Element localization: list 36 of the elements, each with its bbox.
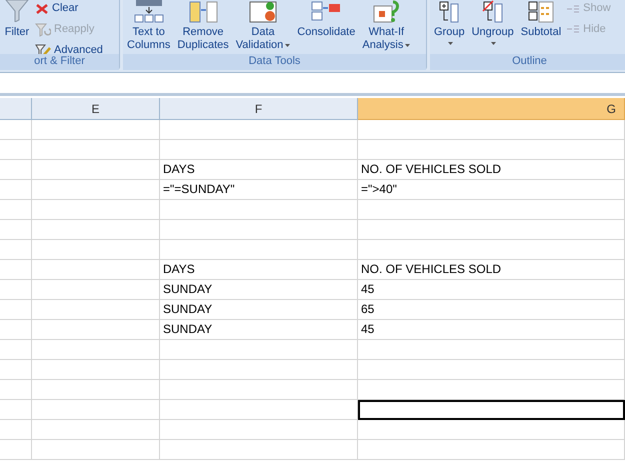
ribbon-button[interactable]: Ungroup — [470, 0, 516, 47]
table-cell[interactable]: ="=SUNDAY" — [160, 180, 358, 200]
column-header[interactable] — [0, 98, 32, 120]
ribbon-button[interactable]: Advanced — [35, 40, 103, 54]
table-cell[interactable]: DAYS — [160, 160, 358, 180]
caret-icon — [491, 39, 496, 47]
table-cell[interactable]: NO. OF VEHICLES SOLD — [358, 260, 625, 280]
group-label: Data Tools — [123, 54, 426, 70]
table-cell[interactable]: SUNDAY — [160, 320, 358, 340]
table-cell[interactable]: SUNDAY — [160, 300, 358, 320]
ribbon-button[interactable]: Remove Duplicates — [175, 0, 231, 52]
ribbon-button[interactable]: Group — [432, 0, 467, 47]
clear-icon — [35, 2, 49, 14]
table-cell[interactable]: =">40" — [358, 180, 625, 200]
table-cell[interactable]: NO. OF VEHICLES SOLD — [358, 160, 625, 180]
ribbon-button[interactable]: Consolidate — [295, 0, 358, 39]
ribbon-button[interactable]: Subtotal — [518, 0, 564, 39]
ribbon-button[interactable]: Filter — [2, 0, 32, 39]
caret-icon — [448, 39, 453, 47]
table-cell[interactable] — [358, 400, 625, 420]
group-label: ort & Filter — [0, 54, 119, 70]
table-cell[interactable]: 65 — [358, 300, 625, 320]
ribbon-button[interactable]: Clear — [35, 0, 103, 19]
group-label: Outline — [430, 54, 625, 70]
column-header[interactable]: E — [32, 98, 160, 120]
table-cell[interactable]: 45 — [358, 280, 625, 300]
column-header[interactable]: G — [358, 98, 625, 120]
ribbon-button[interactable]: Data Validation — [234, 0, 292, 52]
table-cell[interactable]: 45 — [358, 320, 625, 340]
table-cell[interactable]: SUNDAY — [160, 280, 358, 300]
ribbon-button[interactable]: Text to Columns — [125, 0, 172, 52]
table-cell[interactable]: DAYS — [160, 260, 358, 280]
column-header[interactable]: F — [160, 98, 358, 120]
ribbon-button[interactable]: What-If Analysis — [360, 0, 412, 52]
caret-icon — [285, 41, 290, 50]
caret-icon — [405, 41, 410, 50]
